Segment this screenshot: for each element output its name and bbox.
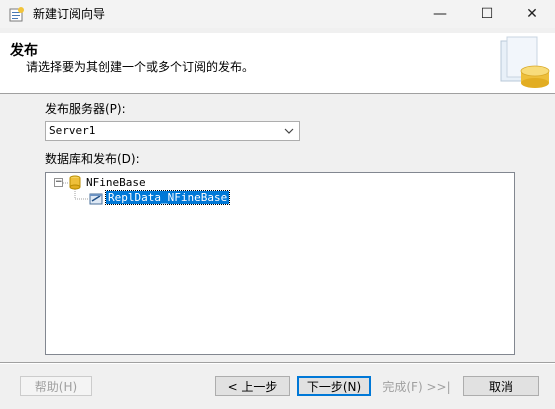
- databases-tree[interactable]: − NFineBase ReplData_NFineBase: [45, 172, 515, 355]
- tree-node-label: NFineBase: [86, 176, 146, 189]
- publisher-select-value: Server1: [49, 124, 96, 137]
- cancel-button[interactable]: 取消: [463, 376, 539, 396]
- tree-node-label: ReplData_NFineBase: [108, 191, 228, 204]
- publication-icon: [89, 193, 103, 205]
- publisher-label: 发布服务器(P):: [45, 102, 126, 116]
- footer-separator: [0, 362, 555, 364]
- database-icon: [69, 175, 81, 190]
- maximize-button[interactable]: ☐: [464, 0, 510, 28]
- title-bar: 新建订阅向导 — ☐ ✕: [0, 0, 555, 28]
- wizard-app-icon: [9, 7, 24, 22]
- back-button[interactable]: < 上一步: [215, 376, 290, 396]
- tree-expander-icon[interactable]: −: [54, 178, 63, 187]
- next-button[interactable]: 下一步(N): [297, 376, 371, 396]
- publisher-select[interactable]: Server1: [45, 121, 300, 141]
- finish-button[interactable]: 完成(F) >>|: [379, 376, 454, 396]
- publication-wizard-graphic-icon: [500, 36, 550, 88]
- tree-node-database[interactable]: NFineBase: [86, 176, 146, 189]
- page-title: 发布: [10, 43, 38, 59]
- minimize-button[interactable]: —: [417, 0, 463, 28]
- databases-label: 数据库和发布(D):: [45, 152, 140, 166]
- chevron-down-icon[interactable]: [282, 122, 296, 140]
- wizard-header: 发布 请选择要为其创建一个或多个订阅的发布。: [0, 33, 555, 94]
- close-button[interactable]: ✕: [509, 0, 555, 28]
- tree-node-publication[interactable]: ReplData_NFineBase: [104, 190, 231, 205]
- help-button[interactable]: 帮助(H): [20, 376, 92, 396]
- window-title: 新建订阅向导: [33, 7, 106, 21]
- page-description: 请选择要为其创建一个或多个订阅的发布。: [26, 60, 255, 74]
